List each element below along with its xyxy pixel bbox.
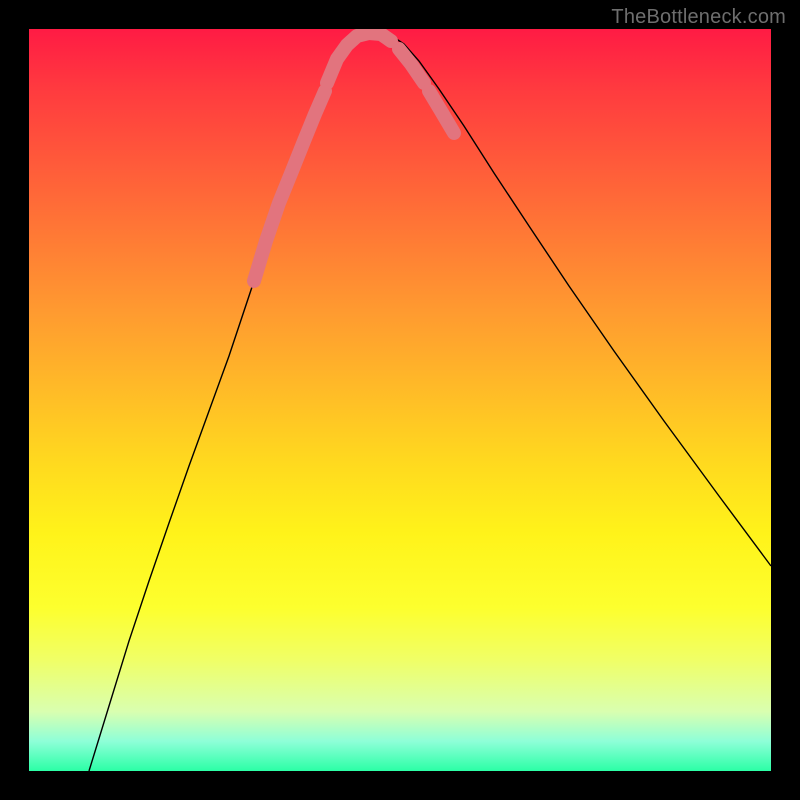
highlight-segment bbox=[327, 33, 391, 83]
bottleneck-curve bbox=[89, 31, 771, 771]
chart-svg bbox=[29, 29, 771, 771]
highlight-segment bbox=[399, 49, 424, 83]
highlight-overlay bbox=[254, 33, 454, 281]
chart-plot-area bbox=[29, 29, 771, 771]
highlight-segment bbox=[429, 91, 454, 133]
watermark-label: TheBottleneck.com bbox=[611, 6, 786, 29]
highlight-segment bbox=[254, 91, 325, 281]
